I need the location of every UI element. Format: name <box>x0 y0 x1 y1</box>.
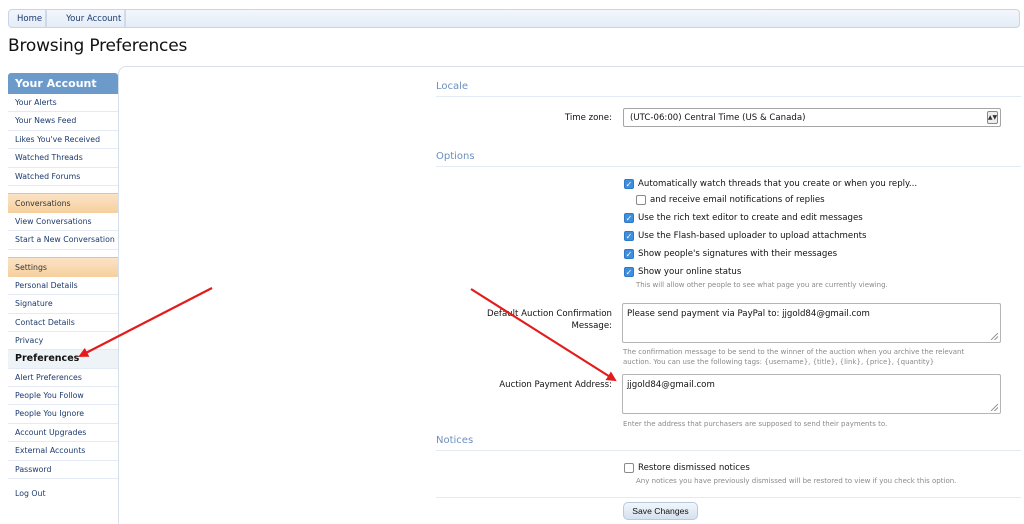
sidebar-item-view-conversations[interactable]: View Conversations <box>8 213 118 232</box>
option-rich-editor[interactable]: ✓ Use the rich text editor to create and… <box>624 213 863 223</box>
resize-grip-icon[interactable] <box>991 404 998 411</box>
sidebar-item-likes[interactable]: Likes You've Received <box>8 131 118 150</box>
sidebar-item-alert-preferences[interactable]: Alert Preferences <box>8 369 118 388</box>
sidebar-item-contact-details[interactable]: Contact Details <box>8 314 118 332</box>
divider <box>436 497 1021 498</box>
breadcrumb: Home Your Account <box>8 9 1020 28</box>
confirm-message-hint: The confirmation message to be send to t… <box>623 347 964 367</box>
checkbox-email-notify[interactable] <box>636 195 646 205</box>
sidebar-section-settings: Settings <box>8 256 118 277</box>
sidebar-item-signature[interactable]: Signature <box>8 295 118 314</box>
confirm-message-hint-line1: The confirmation message to be send to t… <box>623 348 965 356</box>
payment-address-label: Auction Payment Address: <box>499 380 612 390</box>
option-rich-editor-label: Use the rich text editor to create and e… <box>638 213 863 223</box>
sidebar-item-password[interactable]: Password <box>8 461 118 480</box>
option-email-notify[interactable]: and receive email notifications of repli… <box>636 195 825 205</box>
sidebar-item-start-conversation[interactable]: Start a New Conversation <box>8 231 118 250</box>
checkbox-auto-watch[interactable]: ✓ <box>624 179 634 189</box>
payment-address-hint: Enter the address that purchasers are su… <box>623 420 888 428</box>
sidebar-item-watched-forums[interactable]: Watched Forums <box>8 168 118 186</box>
online-status-hint: This will allow other people to see what… <box>636 281 888 289</box>
sidebar: Your Account Your Alerts Your News Feed … <box>8 73 118 503</box>
sidebar-item-watched-threads[interactable]: Watched Threads <box>8 149 118 168</box>
page-title: Browsing Preferences <box>8 36 188 56</box>
save-changes-button[interactable]: Save Changes <box>623 502 698 520</box>
sidebar-item-logout[interactable]: Log Out <box>8 485 118 503</box>
checkbox-online-status[interactable]: ✓ <box>624 267 634 277</box>
section-options-title: Options <box>436 151 1021 167</box>
timezone-value: (UTC-06:00) Central Time (US & Canada) <box>630 112 806 123</box>
timezone-select[interactable]: (UTC-06:00) Central Time (US & Canada) ▲… <box>623 108 1001 127</box>
confirm-message-label-line2: Message: <box>571 321 612 331</box>
checkbox-signatures[interactable]: ✓ <box>624 249 634 259</box>
content-panel <box>118 66 1024 524</box>
sidebar-item-personal-details[interactable]: Personal Details <box>8 277 118 296</box>
sidebar-item-people-you-ignore[interactable]: People You Ignore <box>8 405 118 424</box>
sidebar-item-your-alerts[interactable]: Your Alerts <box>8 94 118 113</box>
timezone-label: Time zone: <box>564 113 612 123</box>
confirm-message-value: Please send payment via PayPal to: jjgol… <box>627 309 870 319</box>
option-auto-watch[interactable]: ✓ Automatically watch threads that you c… <box>624 179 917 189</box>
checkbox-flash-uploader[interactable]: ✓ <box>624 231 634 241</box>
confirm-message-label-line1: Default Auction Confirmation <box>487 309 612 319</box>
breadcrumb-your-account[interactable]: Your Account <box>56 10 135 27</box>
breadcrumb-home[interactable]: Home <box>9 10 56 27</box>
resize-grip-icon[interactable] <box>991 333 998 340</box>
option-signatures-label: Show people's signatures with their mess… <box>638 249 838 259</box>
sidebar-item-account-upgrades[interactable]: Account Upgrades <box>8 424 118 443</box>
sidebar-item-privacy[interactable]: Privacy <box>8 332 118 351</box>
option-auto-watch-label: Automatically watch threads that you cre… <box>638 179 918 189</box>
confirm-message-hint-line2: auction. You can use the following tags:… <box>623 358 935 366</box>
option-flash-uploader[interactable]: ✓ Use the Flash-based uploader to upload… <box>624 231 867 241</box>
option-email-notify-label: and receive email notifications of repli… <box>650 195 825 205</box>
checkbox-rich-editor[interactable]: ✓ <box>624 213 634 223</box>
sidebar-item-external-accounts[interactable]: External Accounts <box>8 442 118 461</box>
sidebar-header[interactable]: Your Account <box>8 73 118 94</box>
section-notices-title: Notices <box>436 435 1021 451</box>
sidebar-item-preferences[interactable]: Preferences <box>8 350 118 369</box>
option-restore-notices-label: Restore dismissed notices <box>638 463 750 473</box>
section-locale-title: Locale <box>436 81 1021 97</box>
option-restore-notices[interactable]: Restore dismissed notices <box>624 463 750 473</box>
restore-notices-hint: Any notices you have previously dismisse… <box>636 477 957 485</box>
option-signatures[interactable]: ✓ Show people's signatures with their me… <box>624 249 837 259</box>
option-flash-uploader-label: Use the Flash-based uploader to upload a… <box>638 231 867 241</box>
sidebar-section-conversations: Conversations <box>8 192 118 213</box>
sidebar-item-news-feed[interactable]: Your News Feed <box>8 112 118 131</box>
payment-address-textarea[interactable]: jjgold84@gmail.com <box>622 374 1001 414</box>
checkbox-restore-notices[interactable] <box>624 463 634 473</box>
confirm-message-textarea[interactable]: Please send payment via PayPal to: jjgol… <box>622 303 1001 343</box>
confirm-message-label: Default Auction Confirmation Message: <box>440 308 612 332</box>
sidebar-item-people-you-follow[interactable]: People You Follow <box>8 387 118 406</box>
option-online-status-label: Show your online status <box>638 267 742 277</box>
chevron-down-icon[interactable]: ▲▼ <box>987 111 998 124</box>
option-online-status[interactable]: ✓ Show your online status <box>624 267 741 277</box>
payment-address-value: jjgold84@gmail.com <box>627 380 715 390</box>
